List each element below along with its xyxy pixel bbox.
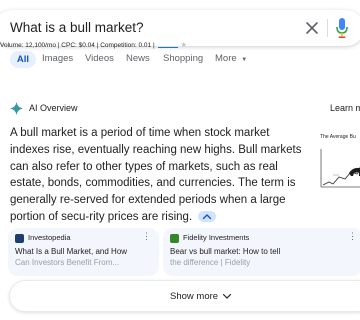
star-icon[interactable]: ★ (181, 42, 187, 49)
search-input[interactable]: What is a bull market? (10, 20, 144, 35)
ai-sparkle-icon (10, 102, 23, 115)
source-site: Fidelity Investments (183, 233, 250, 242)
tab-more[interactable]: More ▼ (215, 53, 247, 64)
fidelity-favicon-icon (170, 234, 179, 243)
investopedia-favicon-icon (15, 234, 24, 243)
collapse-button[interactable] (198, 211, 217, 223)
ai-overview-thumbnail[interactable]: The Average Bu (313, 127, 360, 205)
clear-icon[interactable] (303, 19, 321, 37)
source-title: Bear vs bull market: How to tell the dif… (170, 246, 330, 268)
mic-icon[interactable] (335, 17, 349, 39)
ai-overview-text: A bull market is a period of time when s… (10, 125, 310, 226)
caret-down-icon: ▼ (241, 57, 248, 63)
tab-videos[interactable]: Videos (85, 53, 114, 64)
seo-stats-bar: Volume: 12,100/mo | CPC: $0.04 | Competi… (0, 41, 187, 49)
more-options-icon[interactable]: ⋮ (142, 232, 151, 241)
source-title-line2: Can Investors Benefit From... (15, 258, 120, 267)
seo-stats-text: Volume: 12,100/mo | CPC: $0.04 | Competi… (0, 42, 155, 49)
source-title: What Is a Bull Market, and How Can Inves… (15, 246, 145, 268)
source-title-line1: What Is a Bull Market, and How (15, 247, 128, 256)
chevron-down-icon (222, 293, 232, 299)
source-title-line1: Bear vs bull market: How to tell (170, 247, 281, 256)
ai-overview-paragraph: A bull market is a period of time when s… (10, 127, 302, 223)
search-tabs: All Images Videos News Shopping More ▼ (0, 51, 360, 71)
tab-news[interactable]: News (126, 53, 150, 64)
tab-shopping[interactable]: Shopping (163, 53, 203, 64)
seo-link-box[interactable] (157, 42, 178, 49)
source-card[interactable]: Fidelity Investments ⋮ Bear vs bull mark… (163, 228, 360, 276)
more-options-icon[interactable]: ⋮ (348, 232, 357, 241)
source-title-line2: the difference | Fidelity (170, 258, 251, 267)
source-card[interactable]: Investopedia ⋮ What Is a Bull Market, an… (8, 228, 159, 276)
chevron-up-icon (203, 214, 212, 220)
show-more-label: Show more (170, 291, 219, 302)
learn-more-link[interactable]: Learn m (330, 103, 360, 113)
tab-more-label: More (215, 53, 237, 64)
show-more-button[interactable]: Show more (9, 280, 360, 312)
tab-all[interactable]: All (10, 51, 36, 68)
ai-overview-title: AI Overview (29, 103, 78, 113)
thumbnail-title: The Average Bu (320, 134, 356, 140)
divider (327, 19, 328, 37)
source-site: Investopedia (28, 233, 71, 242)
tab-images[interactable]: Images (42, 53, 73, 64)
